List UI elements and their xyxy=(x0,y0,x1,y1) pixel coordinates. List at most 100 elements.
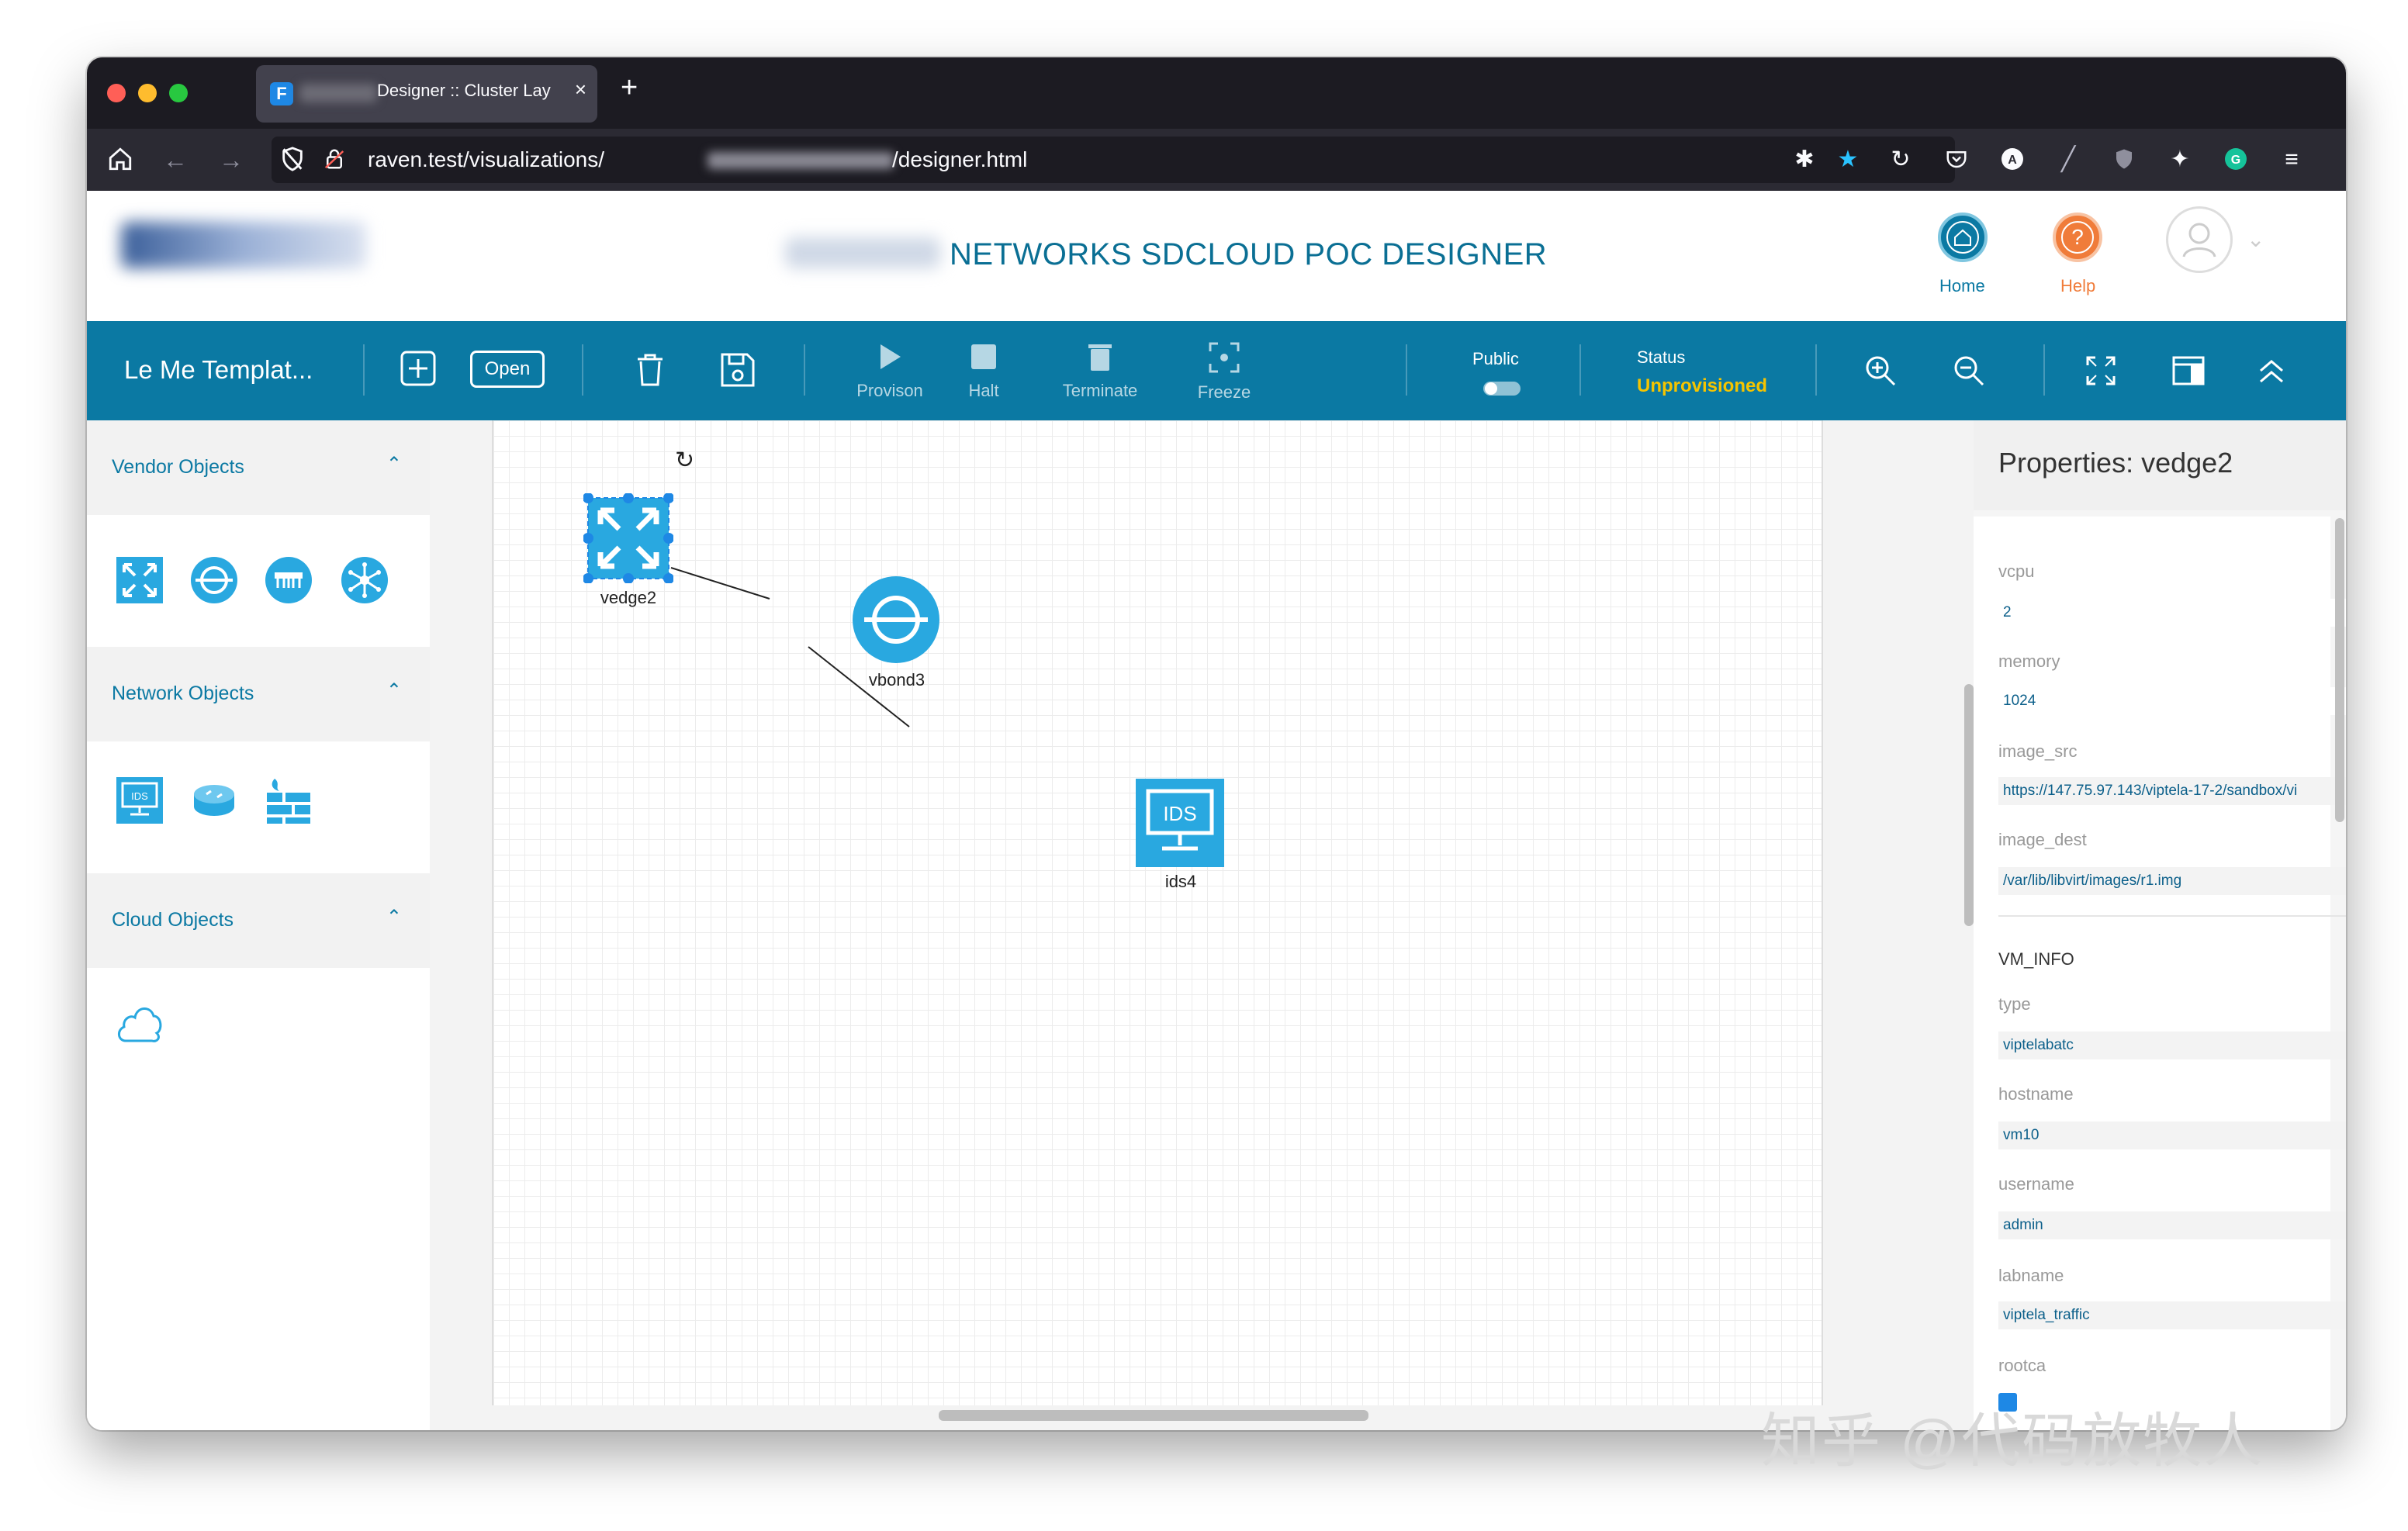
bug-icon[interactable]: ✱ xyxy=(1792,147,1817,172)
public-toggle[interactable] xyxy=(1483,382,1521,396)
status-value: Unprovisioned xyxy=(1637,375,1768,396)
canvas-links xyxy=(670,567,910,727)
vedge-router-icon[interactable] xyxy=(115,555,164,605)
labname-field[interactable]: viptela_traffic xyxy=(1998,1301,2346,1329)
add-button[interactable] xyxy=(400,351,436,386)
browser-tab-active[interactable]: F Designer :: Cluster Lay × xyxy=(256,65,597,123)
canvas-horizontal-scrollbar[interactable] xyxy=(939,1410,1368,1421)
memory-select[interactable]: 1024 ⌄ xyxy=(1998,687,2346,715)
puzzle-extension-icon[interactable]: ✦ xyxy=(2168,147,2192,172)
firewall-icon[interactable] xyxy=(264,776,313,825)
zoom-out-button[interactable] xyxy=(1952,354,1986,392)
new-tab-button[interactable]: + xyxy=(621,71,638,105)
toggle-panel-button[interactable] xyxy=(2172,355,2205,390)
help-button[interactable]: ? xyxy=(2053,213,2102,262)
save-button[interactable] xyxy=(720,352,756,392)
divider xyxy=(2043,344,2045,396)
image-dest-field[interactable]: /var/lib/libvirt/images/r1.img xyxy=(1998,867,2346,895)
properties-scrollbar[interactable] xyxy=(2335,518,2344,822)
network-objects-header[interactable]: Network Objects ⌃ xyxy=(87,647,430,741)
close-tab-icon[interactable]: × xyxy=(575,78,586,102)
memory-value: 1024 xyxy=(2003,693,2036,709)
halt-label: Halt xyxy=(968,381,999,400)
freeze-button[interactable]: Freeze xyxy=(1178,341,1271,403)
vbond-icon[interactable] xyxy=(189,555,239,605)
username-field[interactable]: admin xyxy=(1998,1211,2346,1239)
canvas-grid[interactable]: ↻ vedge2 vbond3 IDS ids4 xyxy=(492,420,1823,1405)
bookmark-star-icon[interactable]: ★ xyxy=(1835,147,1860,172)
pen-extension-icon[interactable]: ╱ xyxy=(2056,147,2081,172)
ids-monitor-icon[interactable]: IDS xyxy=(115,776,164,825)
hostname-field[interactable]: vm10 xyxy=(1998,1121,2346,1149)
address-bar[interactable]: raven.test/visualizations/ /designer.htm… xyxy=(272,137,1955,183)
object-palette: Vendor Objects ⌃ Network Objects ⌃ IDS C… xyxy=(87,420,430,1430)
zoom-window-button[interactable] xyxy=(169,84,188,102)
cloud-objects-title: Cloud Objects xyxy=(112,909,234,931)
cloud-objects-header[interactable]: Cloud Objects ⌃ xyxy=(87,873,430,968)
chevron-up-icon[interactable]: ⌃ xyxy=(386,453,402,475)
grammarly-extension-icon[interactable]: G xyxy=(2223,147,2248,172)
design-canvas[interactable]: ↻ vedge2 vbond3 IDS ids4 xyxy=(430,420,1974,1430)
halt-button[interactable]: Halt xyxy=(945,341,1022,401)
stop-icon xyxy=(971,344,996,369)
redacted-text xyxy=(299,84,377,102)
home-button[interactable] xyxy=(1938,213,1988,262)
vsmart-icon[interactable] xyxy=(264,555,313,605)
zoom-in-button[interactable] xyxy=(1863,354,1898,392)
minimize-window-button[interactable] xyxy=(138,84,157,102)
home-icon[interactable] xyxy=(107,146,133,178)
node-vedge2[interactable] xyxy=(583,492,674,584)
forward-icon[interactable]: → xyxy=(219,146,244,174)
rotate-handle-icon[interactable]: ↻ xyxy=(675,447,694,474)
node-ids4[interactable]: IDS xyxy=(1136,779,1224,867)
memory-label: memory xyxy=(1998,651,2060,671)
hostname-label: hostname xyxy=(1998,1084,2074,1104)
template-name[interactable]: Le Me Templat... xyxy=(124,355,313,385)
vmanage-icon[interactable] xyxy=(340,555,389,605)
delete-button[interactable] xyxy=(635,352,666,392)
user-avatar-button[interactable] xyxy=(2166,206,2233,273)
cloud-icon[interactable] xyxy=(115,999,164,1049)
image-src-field[interactable]: https://147.75.97.143/viptela-17-2/sandb… xyxy=(1998,777,2346,805)
type-field[interactable]: viptelabatc xyxy=(1998,1032,2346,1059)
back-icon[interactable]: ← xyxy=(163,146,188,174)
user-menu-chevron-icon[interactable]: ⌄ xyxy=(2247,226,2264,252)
ublock-extension-icon[interactable] xyxy=(2112,147,2136,172)
node-vbond3[interactable] xyxy=(852,575,940,664)
open-button[interactable]: Open xyxy=(470,351,545,388)
terminate-trash-icon xyxy=(1088,344,1112,371)
divider xyxy=(1815,344,1817,396)
vcpu-select[interactable]: 2 ⌄ xyxy=(1998,599,2346,627)
properties-form: vcpu 2 ⌄ memory 1024 ⌄ image_src https:/… xyxy=(1974,517,2346,1430)
account-extension-icon[interactable]: A xyxy=(2000,147,2025,172)
properties-header: Properties: vedge2 xyxy=(1974,420,2346,510)
pocket-icon[interactable] xyxy=(1944,147,1969,172)
router-cylinder-icon[interactable] xyxy=(189,776,239,825)
image-src-label: image_src xyxy=(1998,741,2078,761)
svg-text:G: G xyxy=(2231,154,2240,167)
panel-layout-icon xyxy=(2172,356,2205,385)
hamburger-menu-icon[interactable]: ≡ xyxy=(2279,147,2304,172)
canvas-vertical-scrollbar[interactable] xyxy=(1964,684,1974,926)
rootca-label: rootca xyxy=(1998,1356,2046,1375)
fullscreen-button[interactable] xyxy=(2085,355,2116,390)
reload-icon[interactable]: ↻ xyxy=(1888,147,1913,172)
browser-window: F Designer :: Cluster Lay × + ← → raven.… xyxy=(87,57,2346,1430)
provision-button[interactable]: Provison xyxy=(839,341,940,401)
chevron-down-icon: ⌄ xyxy=(2345,687,2346,715)
ids-node-badge: IDS xyxy=(1163,802,1196,825)
public-toggle-knob xyxy=(1485,382,1497,395)
lock-insecure-icon[interactable] xyxy=(323,146,346,178)
trash-icon xyxy=(638,354,663,386)
chevron-up-icon[interactable]: ⌃ xyxy=(386,906,402,928)
divider xyxy=(363,344,365,396)
collapse-toolbar-button[interactable] xyxy=(2256,357,2287,389)
close-window-button[interactable] xyxy=(107,84,126,102)
divider xyxy=(1406,344,1407,396)
tracking-protection-icon[interactable] xyxy=(279,146,306,178)
terminate-button[interactable]: Terminate xyxy=(1038,341,1162,401)
vcpu-value: 2 xyxy=(2003,604,2012,620)
chevron-up-icon[interactable]: ⌃ xyxy=(386,679,402,702)
divider xyxy=(582,344,583,396)
vendor-objects-header[interactable]: Vendor Objects ⌃ xyxy=(87,420,430,515)
